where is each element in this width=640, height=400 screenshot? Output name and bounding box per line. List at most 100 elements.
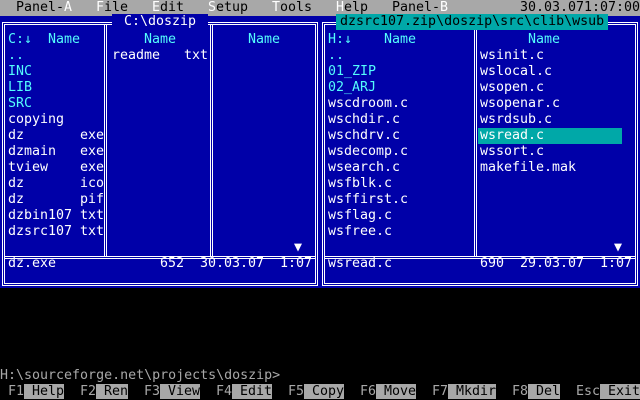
file-name: wsflag.c <box>328 208 393 223</box>
right-status-size: 690 <box>480 256 505 271</box>
right-col2-header[interactable]: Name <box>528 32 560 48</box>
file-name: wsrdsub.c <box>480 112 553 127</box>
right-panel-title: dzsrc107.zip\doszip\src\clib\wsub <box>336 14 609 30</box>
file-extension: exe <box>80 128 105 143</box>
file-item[interactable]: wsdecomp.c <box>326 144 470 160</box>
file-name: .. <box>8 48 25 63</box>
left-status-time: 1:07 <box>280 256 313 271</box>
file-name: wsfblk.c <box>328 176 393 191</box>
right-panel[interactable]: dzsrc107.zip\doszip\src\clib\wsub H:↓ Na… <box>320 14 640 288</box>
right-status-time: 1:07 <box>600 256 633 271</box>
key-f2-rename[interactable]: F2 Ren <box>80 384 129 400</box>
file-name: dzmain <box>8 144 57 159</box>
directory-item[interactable]: 01_ZIP <box>326 64 470 80</box>
left-status-size: 652 <box>160 256 185 271</box>
right-scroll-down-icon[interactable]: ▼ <box>614 240 622 256</box>
key-f6-move[interactable]: F6 Move <box>360 384 417 400</box>
file-extension: exe <box>80 160 105 175</box>
file-name: 02_ARJ <box>328 80 377 95</box>
key-f5-copy[interactable]: F5 Copy <box>288 384 345 400</box>
directory-item[interactable]: .. <box>6 48 102 64</box>
file-name: wsffirst.c <box>328 192 409 207</box>
key-f7-mkdir[interactable]: F7 Mkdir <box>432 384 497 400</box>
file-name: 01_ZIP <box>328 64 377 79</box>
directory-item[interactable]: LIB <box>6 80 102 96</box>
file-name: wscdroom.c <box>328 96 409 111</box>
file-item[interactable]: makefile.mak <box>478 160 622 176</box>
directory-item[interactable]: INC <box>6 64 102 80</box>
file-item[interactable]: wschdrv.c <box>326 128 470 144</box>
left-col1-header[interactable]: Name <box>48 32 80 48</box>
file-item[interactable]: wscdroom.c <box>326 96 470 112</box>
right-col1-header[interactable]: Name <box>384 32 416 48</box>
right-sort-indicator[interactable]: H:↓ <box>328 32 352 48</box>
file-name: wsinit.c <box>480 48 545 63</box>
file-name: .. <box>328 48 345 63</box>
right-column-divider <box>474 24 477 256</box>
file-name: LIB <box>8 80 33 95</box>
file-item[interactable]: dz exe <box>6 128 105 144</box>
key-esc-exit[interactable]: Esc Exit <box>576 384 640 400</box>
file-name: wsdecomp.c <box>328 144 409 159</box>
file-item[interactable]: copying <box>6 112 102 128</box>
left-panel[interactable]: C:\doszip C:↓ Name Name Name .. INC LIB SRC… <box>0 14 320 288</box>
file-name: dzbin107 <box>8 208 73 223</box>
menu-setup[interactable]: Setup <box>208 0 248 16</box>
file-name: wsopen.c <box>480 80 545 95</box>
file-item[interactable]: wsflag.c <box>326 208 470 224</box>
file-item[interactable]: wsinit.c <box>478 48 622 64</box>
file-item[interactable]: wsopenar.c <box>478 96 622 112</box>
command-line[interactable]: H:\sourceforge.net\projects\doszip> <box>0 368 280 384</box>
file-name: wsfree.c <box>328 224 393 239</box>
key-f8-delete[interactable]: F8 Del <box>512 384 561 400</box>
file-item[interactable]: dz ico <box>6 176 105 192</box>
directory-item[interactable]: .. <box>326 48 470 64</box>
file-item[interactable]: wsrdsub.c <box>478 112 622 128</box>
left-scroll-down-icon[interactable]: ▼ <box>294 240 302 256</box>
file-extension: ico <box>80 176 105 191</box>
file-item[interactable]: wsfblk.c <box>326 176 470 192</box>
file-extension: txt <box>80 224 105 239</box>
directory-item[interactable]: SRC <box>6 96 102 112</box>
file-item[interactable]: wslocal.c <box>478 64 622 80</box>
file-name: INC <box>8 64 33 79</box>
file-item[interactable]: dzsrc107 txt <box>6 224 105 240</box>
file-name: wssort.c <box>480 144 545 159</box>
file-item[interactable]: wssort.c <box>478 144 622 160</box>
file-item[interactable]: wsffirst.c <box>326 192 470 208</box>
file-name: wslocal.c <box>480 64 553 79</box>
menu-tools[interactable]: Tools <box>272 0 312 16</box>
directory-item[interactable]: 02_ARJ <box>326 80 470 96</box>
menu-panel-a[interactable]: Panel-A <box>16 0 72 16</box>
file-extension: exe <box>80 144 105 159</box>
file-item[interactable]: wschdir.c <box>326 112 470 128</box>
file-item[interactable]: wsearch.c <box>326 160 470 176</box>
file-item[interactable]: wsfree.c <box>326 224 470 240</box>
left-sort-indicator[interactable]: C:↓ <box>8 32 32 48</box>
file-name: wschdir.c <box>328 112 401 127</box>
key-f1-help[interactable]: F1 Help <box>8 384 65 400</box>
left-col2-header[interactable]: Name <box>144 32 176 48</box>
file-name: wsread.c <box>480 128 545 143</box>
key-f3-view[interactable]: F3 View <box>144 384 201 400</box>
file-item[interactable]: dzbin107 txt <box>6 208 104 224</box>
file-item[interactable]: wsopen.c <box>478 80 622 96</box>
left-status-filename: dz.exe <box>8 256 57 271</box>
left-panel-title: C:\doszip <box>112 14 209 30</box>
file-extension: txt <box>184 48 209 63</box>
file-item[interactable]: dzmain exe <box>6 144 105 160</box>
file-item[interactable]: wsread.c <box>478 128 622 144</box>
file-name: dz <box>8 176 25 191</box>
file-name: SRC <box>8 96 33 111</box>
file-name: tview <box>8 160 49 175</box>
file-item[interactable]: readme txt <box>110 48 209 64</box>
left-status-date: 30.03.07 <box>200 256 265 271</box>
key-f4-edit[interactable]: F4 Edit <box>216 384 273 400</box>
file-name: wsopenar.c <box>480 96 561 111</box>
file-item[interactable]: tview exe <box>6 160 105 176</box>
file-item[interactable]: dz pif <box>6 192 104 208</box>
file-name: wschdrv.c <box>328 128 401 143</box>
left-column-divider-1 <box>104 24 107 256</box>
left-col3-header[interactable]: Name <box>248 32 280 48</box>
file-name: dz <box>8 192 25 207</box>
